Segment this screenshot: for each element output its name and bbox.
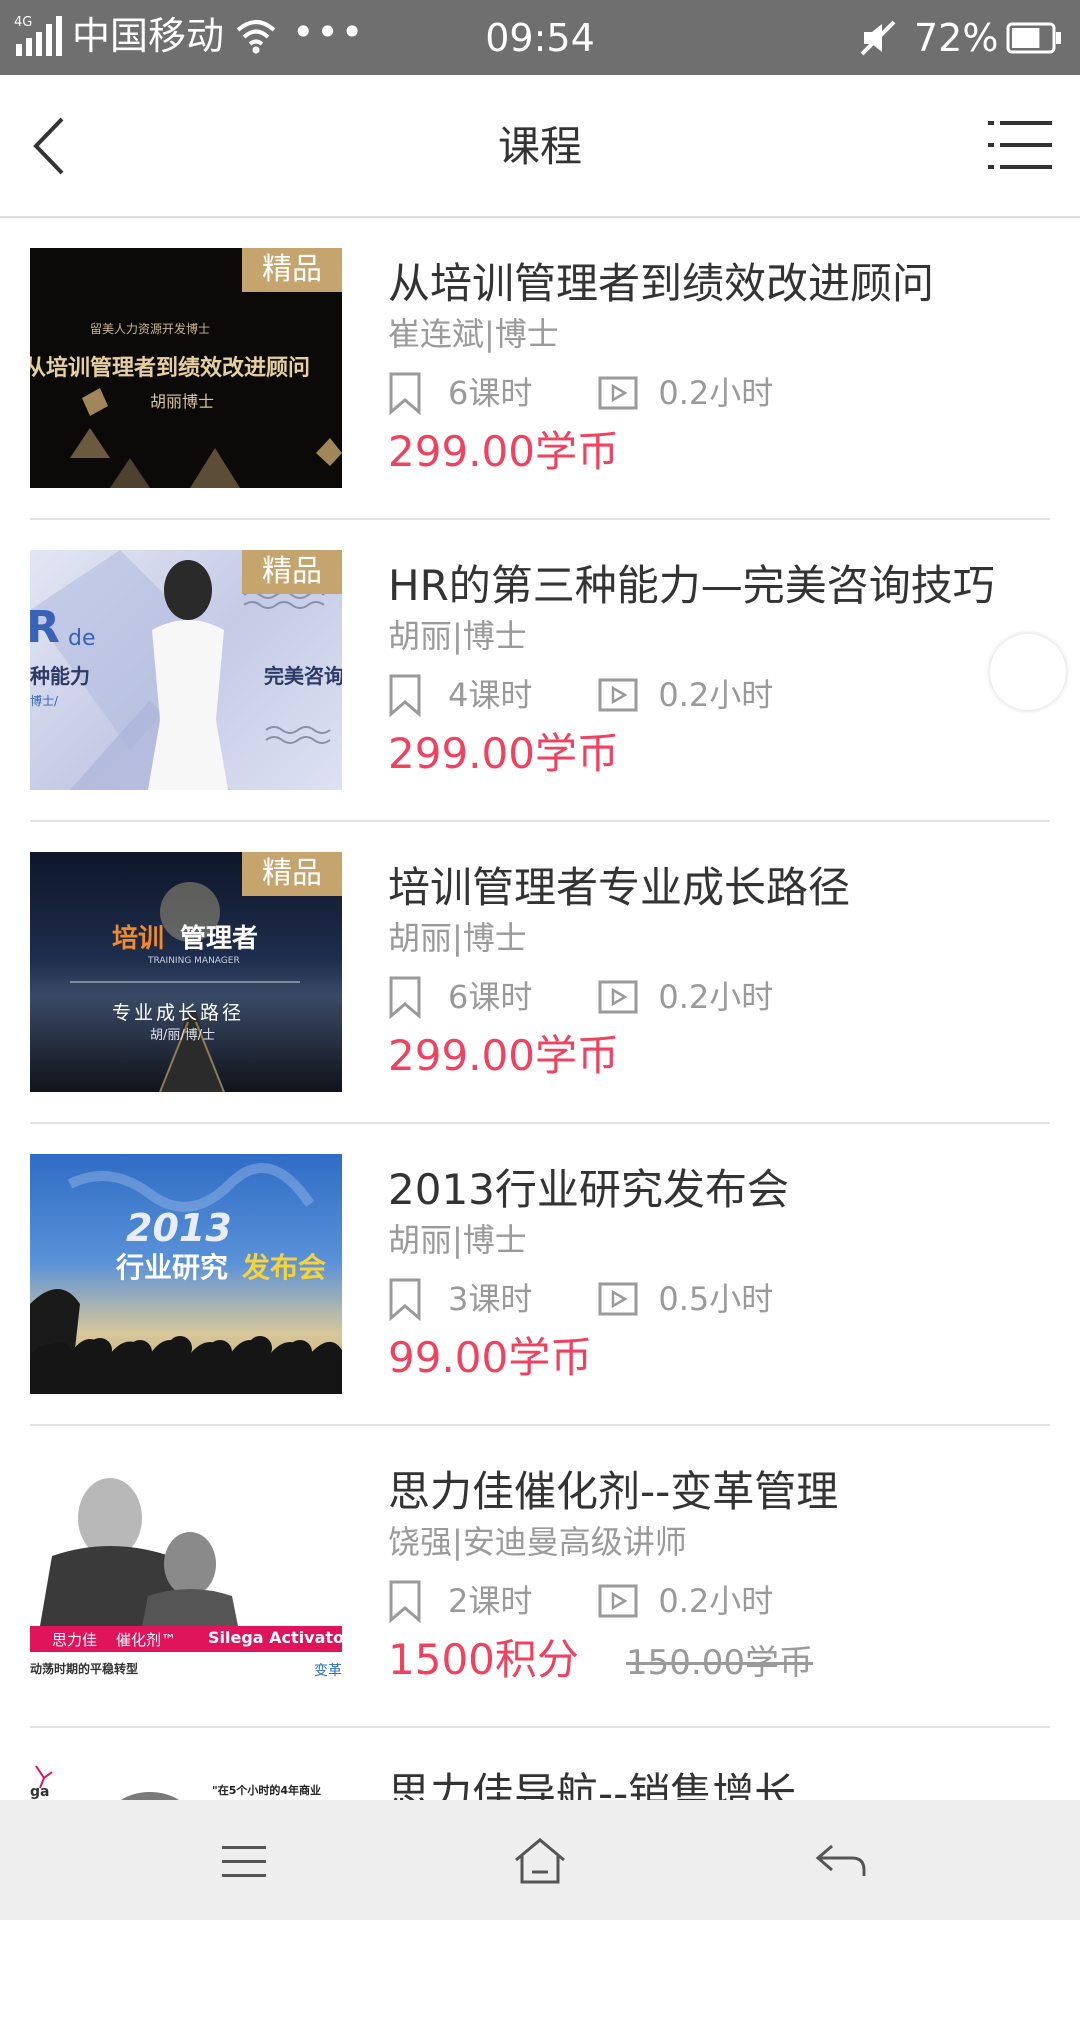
thumbnail-caption: R [30, 602, 60, 653]
video-icon [598, 1584, 638, 1618]
course-thumbnail: 留美人力资源开发博士 从培训管理者到绩效改进顾问 胡丽博士 精品 [30, 248, 342, 488]
course-duration: 0.2小时 [658, 676, 774, 714]
thumbnail-caption: 行业研究 [116, 1251, 229, 1284]
lesson-count: 6课时 [448, 374, 533, 412]
thumbnail-caption: 2013 [126, 1206, 232, 1250]
thumbnail-caption: ga [30, 1784, 50, 1800]
thumbnail-caption: Silega Activator [208, 1628, 342, 1647]
battery-icon [1006, 22, 1061, 54]
thumbnail-caption: 专业成长路径 [112, 1002, 245, 1024]
mute-icon [860, 20, 896, 56]
course-item[interactable]: 思力佳 催化剂™ Silega Activator 动荡时期的平稳转型 变革 思… [30, 1426, 1050, 1728]
course-meta: 3课时 0.5小时 [388, 1272, 773, 1322]
original-price: 150.00学币 [626, 1643, 813, 1683]
course-meta: 4课时 0.2小时 [388, 668, 773, 718]
thumbnail-caption: 完美咨询 [264, 664, 342, 688]
menu-icon[interactable] [216, 1836, 272, 1886]
thumbnail-caption: 思力佳 [52, 1631, 98, 1649]
bookmark-icon [389, 976, 421, 1019]
floating-assistive-button[interactable] [990, 634, 1066, 710]
course-title: 从培训管理者到绩效改进顾问 [388, 259, 935, 308]
course-price: 299.00学币 [388, 729, 619, 778]
lesson-count: 4课时 [448, 676, 533, 714]
course-item[interactable]: 留美人力资源开发博士 从培训管理者到绩效改进顾问 胡丽博士 精品 从培训管理者到… [30, 218, 1050, 520]
system-nav-bar [0, 1800, 1080, 1920]
thumbnail-caption: 胡/丽/博/士 [150, 1028, 216, 1043]
premium-badge: 精品 [242, 852, 342, 896]
course-title: 思力佳催化剂--变革管理 [388, 1467, 839, 1516]
video-icon [598, 980, 638, 1014]
thumbnail-caption: 从培训管理者到绩效改进顾问 [30, 356, 311, 381]
course-author: 崔连斌|博士 [388, 315, 559, 353]
course-title: HR的第三种能力—完美咨询技巧 [388, 561, 995, 610]
thumbnail-caption: 发布会 [242, 1251, 327, 1284]
bookmark-icon [389, 372, 421, 415]
course-duration: 0.2小时 [658, 1582, 774, 1620]
premium-badge: 精品 [242, 248, 342, 292]
course-author: 胡丽|博士 [388, 617, 527, 655]
course-duration: 0.2小时 [658, 978, 774, 1016]
course-duration: 0.5小时 [658, 1280, 774, 1318]
thumbnail-caption: TRAINING MANAGER [148, 956, 240, 966]
course-item[interactable]: 培训 管理者 TRAINING MANAGER 专业成长路径 胡/丽/博/士 精… [30, 822, 1050, 1124]
thumbnail-caption: de [68, 626, 96, 651]
course-title: 2013行业研究发布会 [388, 1165, 789, 1214]
lesson-count: 2课时 [448, 1582, 533, 1620]
course-item[interactable]: R de 种能力 完美咨询 博士/ 精品 HR的第三种能力—完美咨询技巧 胡丽|… [30, 520, 1050, 822]
nav-bar: 课程 [0, 75, 1080, 218]
video-icon [598, 1282, 638, 1316]
thumbnail-caption: 种能力 [30, 664, 90, 688]
bookmark-icon [389, 674, 421, 717]
course-price: 299.00学币 [388, 1031, 619, 1080]
bookmark-icon [389, 1278, 421, 1321]
thumbnail-caption: 培训 [112, 924, 165, 954]
premium-badge: 精品 [242, 550, 342, 594]
lesson-count: 6课时 [448, 978, 533, 1016]
thumbnail-caption: 催化剂™ [116, 1631, 177, 1649]
course-thumbnail: 2013 行业研究 发布会 [30, 1154, 342, 1394]
course-item[interactable]: 2013 行业研究 发布会 2013行业研究发布会 胡丽|博士 3课时 0.5小时… [30, 1124, 1050, 1426]
thumbnail-caption: "在5个小时的4年商业 [212, 1784, 322, 1797]
course-meta: 6课时 0.2小时 [388, 970, 773, 1020]
thumbnail-caption: 变革 [314, 1663, 342, 1679]
course-price: 299.00学币 [388, 427, 619, 476]
course-author: 饶强|安迪曼高级讲师 [388, 1523, 687, 1561]
course-author: 胡丽|博士 [388, 1221, 527, 1259]
status-bar: 4G 中国移动 ••• 09:54 72% [0, 0, 1080, 75]
course-thumbnail: 培训 管理者 TRAINING MANAGER 专业成长路径 胡/丽/博/士 精… [30, 852, 342, 1092]
course-meta: 2课时 0.2小时 [388, 1574, 773, 1624]
list-menu-icon[interactable] [988, 119, 1052, 171]
course-author: 胡丽|博士 [388, 919, 527, 957]
thumbnail-caption: 胡丽博士 [150, 392, 215, 411]
thumbnail-caption: 动荡时期的平稳转型 [30, 1662, 139, 1676]
page-title: 课程 [497, 122, 582, 171]
video-icon [598, 678, 638, 712]
course-price: 99.00学币 [388, 1333, 593, 1382]
course-duration: 0.2小时 [658, 374, 774, 412]
course-thumbnail: 思力佳 催化剂™ Silega Activator 动荡时期的平稳转型 变革 [30, 1456, 342, 1696]
thumbnail-caption: 博士/ [30, 694, 59, 708]
course-meta: 6课时 0.2小时 [388, 366, 773, 416]
thumbnail-caption: 管理者 [180, 924, 259, 954]
thumbnail-caption: 留美人力资源开发博士 [90, 322, 211, 336]
video-icon [598, 376, 638, 410]
lesson-count: 3课时 [448, 1280, 533, 1318]
battery-percent: 72% [914, 16, 999, 60]
home-icon[interactable] [512, 1836, 568, 1886]
course-title: 培训管理者专业成长路径 [388, 863, 851, 912]
course-thumbnail: R de 种能力 完美咨询 博士/ 精品 [30, 550, 342, 790]
course-price: 1500积分 [388, 1635, 579, 1684]
return-icon[interactable] [812, 1836, 868, 1886]
bookmark-icon [389, 1580, 421, 1623]
